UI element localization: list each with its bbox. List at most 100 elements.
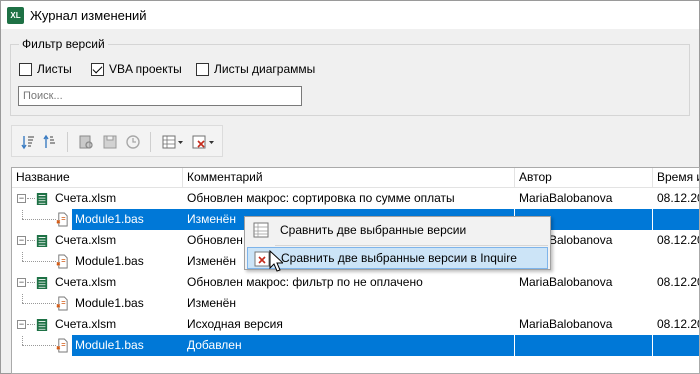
- compare-in-inquire-item[interactable]: Сравнить две выбранные версии в Inquire: [247, 247, 548, 269]
- tree-connector: [22, 219, 56, 220]
- name-cell[interactable]: Module1.bas: [12, 251, 183, 272]
- excel-file-icon: [36, 193, 48, 205]
- vba-projects-checkbox-box[interactable]: [91, 62, 104, 76]
- compare-versions-icon: [253, 222, 269, 238]
- sheets-checkbox[interactable]: Листы: [19, 62, 72, 76]
- workbook-version-row[interactable]: − Счета.xlsm Обновлен макрос: сортировка п…: [12, 188, 699, 209]
- name-cell[interactable]: − Счета.xlsm: [12, 230, 183, 251]
- window-title: Журнал изменений: [30, 8, 147, 23]
- tree-connector: [27, 324, 35, 325]
- name-cell[interactable]: − Счета.xlsm: [12, 188, 183, 209]
- toolbar-separator: [150, 132, 151, 152]
- collapse-toggle-icon[interactable]: −: [17, 194, 26, 203]
- chart-sheets-checkbox[interactable]: Листы диаграммы: [196, 62, 315, 76]
- context-menu: Сравнить две выбранные версии Сравнить д…: [244, 216, 551, 270]
- context-menu-separator: [275, 245, 548, 246]
- change-log-window: XL Журнал изменений Фильтр версий Листы …: [0, 0, 700, 374]
- excel-file-icon: [36, 319, 48, 331]
- module-row[interactable]: Module1.bas Добавлен: [12, 335, 699, 356]
- name-cell[interactable]: − Счета.xlsm: [12, 314, 183, 335]
- vba-module-icon: [56, 338, 68, 353]
- time-cell[interactable]: 08.12.20: [653, 314, 699, 335]
- grid-header: Название Комментарий Автор Время изм: [12, 168, 699, 188]
- time-cell[interactable]: [653, 251, 699, 272]
- comment-cell[interactable]: Обновлен макрос: фильтр по не оплачено: [183, 272, 515, 293]
- title-bar: XL Журнал изменений: [1, 1, 699, 29]
- comment-cell[interactable]: Добавлен: [183, 335, 515, 356]
- workbook-version-row[interactable]: − Счета.xlsm Обновлен макрос: фильтр по не…: [12, 272, 699, 293]
- sheets-checkbox-box[interactable]: [19, 62, 32, 76]
- time-cell[interactable]: [653, 335, 699, 356]
- compare-two-versions-item[interactable]: Сравнить две выбранные версии: [247, 219, 548, 241]
- sort-ascending-icon[interactable]: [42, 134, 58, 150]
- author-cell[interactable]: MariaBalobanova: [515, 272, 653, 293]
- column-header-time[interactable]: Время изм: [653, 168, 699, 188]
- chart-sheets-checkbox-box[interactable]: [196, 62, 209, 76]
- toolbar: [11, 125, 223, 157]
- time-cell[interactable]: 08.12.20: [653, 272, 699, 293]
- author-cell[interactable]: MariaBalobanova: [515, 314, 653, 335]
- save-icon[interactable]: [102, 134, 118, 150]
- tree-connector: [22, 209, 23, 219]
- view-version-icon[interactable]: [78, 134, 94, 150]
- column-header-name[interactable]: Название: [12, 168, 183, 188]
- collapse-toggle-icon[interactable]: −: [17, 236, 26, 245]
- sheets-checkbox-label: Листы: [37, 62, 72, 76]
- collapse-toggle-icon[interactable]: −: [17, 320, 26, 329]
- name-cell[interactable]: Module1.bas: [12, 335, 183, 356]
- time-cell[interactable]: 08.12.20: [653, 230, 699, 251]
- vba-projects-checkbox[interactable]: VBA проекты: [91, 62, 182, 76]
- comment-cell[interactable]: Исходная версия: [183, 314, 515, 335]
- author-cell[interactable]: MariaBalobanova: [515, 188, 653, 209]
- vba-projects-checkbox-label: VBA проекты: [109, 62, 182, 76]
- tree-connector: [27, 240, 35, 241]
- workbook-name: Счета.xlsm: [55, 275, 117, 289]
- search-input[interactable]: Поиск...: [18, 86, 302, 106]
- workbook-version-row[interactable]: − Счета.xlsm Исходная версия MariaBalobanov…: [12, 314, 699, 335]
- comment-cell[interactable]: Обновлен макрос: сортировка по сумме опл…: [183, 188, 515, 209]
- column-header-author[interactable]: Автор: [515, 168, 653, 188]
- versions-grid: Название Комментарий Автор Время изм − Сч…: [11, 167, 700, 374]
- excel-app-icon: XL: [7, 7, 24, 24]
- module-name: Module1.bas: [75, 254, 144, 268]
- name-cell[interactable]: Module1.bas: [12, 209, 183, 230]
- workbook-name: Счета.xlsm: [55, 233, 117, 247]
- mouse-cursor-icon: [269, 250, 283, 272]
- tree-connector: [22, 261, 56, 262]
- time-cell[interactable]: [653, 293, 699, 314]
- compare-in-inquire-label: Сравнить две выбранные версии в Inquire: [281, 251, 517, 265]
- module-name: Module1.bas: [72, 335, 183, 356]
- vba-module-icon: [56, 212, 68, 227]
- tree-connector: [22, 293, 23, 303]
- excel-file-icon: [36, 277, 48, 289]
- compare-two-versions-label: Сравнить две выбранные версии: [280, 223, 467, 237]
- toolbar-separator: [67, 132, 68, 152]
- module-row[interactable]: Module1.bas Изменён: [12, 293, 699, 314]
- collapse-toggle-icon[interactable]: −: [17, 278, 26, 287]
- inquire-dropdown-icon[interactable]: [192, 134, 216, 150]
- tree-connector: [22, 345, 56, 346]
- column-header-comment[interactable]: Комментарий: [183, 168, 515, 188]
- author-cell[interactable]: [515, 335, 653, 356]
- workbook-name: Счета.xlsm: [55, 317, 117, 331]
- compare-inquire-icon: [254, 251, 270, 267]
- compare-dropdown-icon[interactable]: [162, 134, 184, 150]
- workbook-name: Счета.xlsm: [55, 191, 117, 205]
- vba-module-icon: [56, 254, 68, 269]
- version-filter-legend: Фильтр версий: [19, 37, 108, 51]
- name-cell[interactable]: − Счета.xlsm: [12, 272, 183, 293]
- vba-module-icon: [56, 296, 68, 311]
- module-name: Module1.bas: [72, 209, 183, 230]
- time-cell[interactable]: [653, 209, 699, 230]
- name-cell[interactable]: Module1.bas: [12, 293, 183, 314]
- restore-icon[interactable]: [125, 134, 141, 150]
- tree-connector: [22, 251, 23, 261]
- tree-connector: [27, 282, 35, 283]
- time-cell[interactable]: 08.12.20: [653, 188, 699, 209]
- comment-cell[interactable]: Изменён: [183, 293, 515, 314]
- module-name: Module1.bas: [75, 296, 144, 310]
- chart-sheets-checkbox-label: Листы диаграммы: [214, 62, 316, 76]
- tree-connector: [22, 335, 23, 345]
- author-cell[interactable]: [515, 293, 653, 314]
- sort-descending-icon[interactable]: [20, 134, 36, 150]
